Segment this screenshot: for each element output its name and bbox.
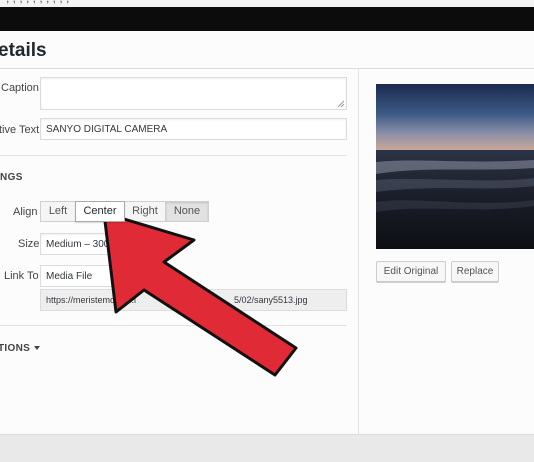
- resize-grip-icon[interactable]: [337, 100, 344, 107]
- admin-bar: [0, 7, 534, 31]
- size-select[interactable]: Medium – 300 × 2: [40, 233, 130, 255]
- chevron-down-icon: [124, 274, 130, 279]
- advanced-options-toggle[interactable]: TIONS: [0, 343, 41, 354]
- alt-text-label: tive Text: [0, 124, 40, 136]
- align-label: Align: [13, 206, 38, 218]
- replace-button[interactable]: Replace: [451, 261, 499, 282]
- align-none-button[interactable]: None: [165, 201, 209, 222]
- size-value: Medium – 300 × 2: [46, 239, 127, 250]
- align-right-button[interactable]: Right: [124, 201, 166, 222]
- url-text-left: https://meristemolabs.i: [46, 295, 137, 305]
- modal-title: etails: [0, 40, 47, 61]
- title-divider: [0, 68, 534, 69]
- align-left-button[interactable]: Left: [40, 201, 76, 222]
- link-url-field[interactable]: https://meristemolabs.i 5/02/sany5513.jp…: [40, 289, 347, 311]
- footer-divider: [0, 434, 534, 435]
- alt-text-field[interactable]: SANYO DIGITAL CAMERA: [40, 118, 347, 140]
- size-label: Size: [18, 238, 40, 250]
- caption-field[interactable]: [40, 77, 347, 110]
- url-text-right: 5/02/sany5513.jpg: [234, 295, 308, 305]
- align-center-button[interactable]: Center: [75, 201, 125, 222]
- display-settings-heading: NGS: [0, 172, 23, 183]
- advanced-options-label: TIONS: [0, 343, 31, 354]
- settings-divider: [0, 155, 347, 156]
- sidebar-divider: [358, 69, 359, 435]
- triangle-down-icon: [34, 346, 41, 350]
- edit-original-button[interactable]: Edit Original: [376, 261, 446, 282]
- beach-photo: [376, 84, 534, 249]
- top-strip-text: ; , , , , , , , , ,: [6, 0, 69, 5]
- browser-top-strip: ; , , , , , , , , ,: [0, 0, 534, 7]
- caption-label: Caption: [1, 82, 39, 94]
- link-to-select[interactable]: Media File: [40, 265, 134, 287]
- advanced-divider: [0, 325, 347, 326]
- link-to-value: Media File: [46, 271, 93, 282]
- link-to-label: Link To: [4, 270, 39, 282]
- image-preview: [376, 84, 534, 249]
- alt-text-value: SANYO DIGITAL CAMERA: [46, 124, 168, 135]
